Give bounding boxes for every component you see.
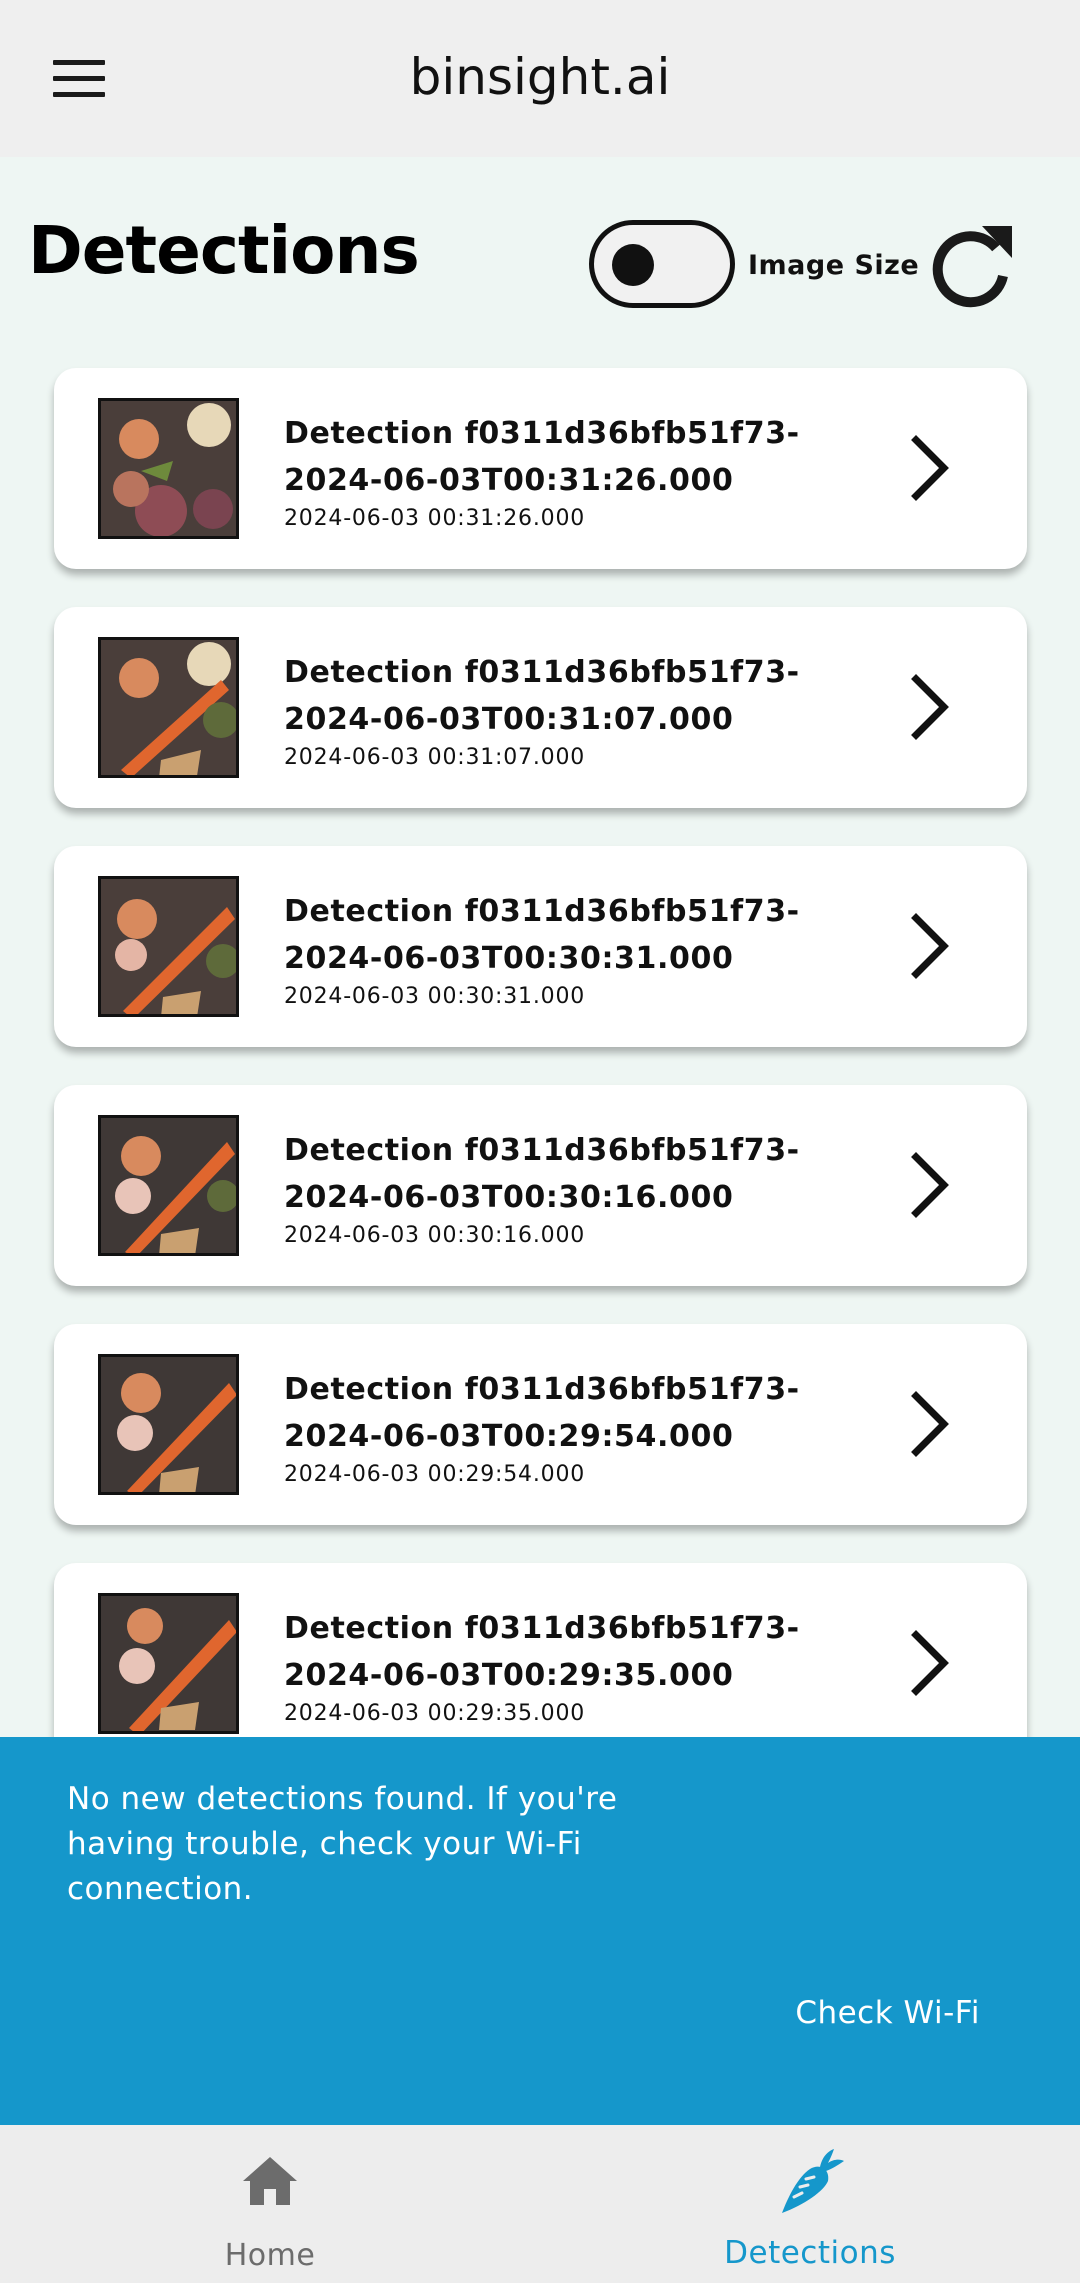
detection-title: Detection f0311d36bfb51f73-2024-06-03T00…	[284, 1611, 800, 1693]
chevron-right-icon	[904, 673, 958, 741]
detection-thumbnail	[98, 637, 239, 778]
detection-timestamp: 2024-06-03 00:31:26.000	[284, 506, 586, 531]
refresh-icon[interactable]	[930, 220, 1014, 310]
detection-timestamp: 2024-06-03 00:30:31.000	[284, 984, 586, 1009]
nav-home[interactable]: Home	[0, 2125, 540, 2283]
detection-thumbnail	[98, 876, 239, 1017]
detection-thumbnail	[98, 1593, 239, 1734]
bottom-nav: Home Detections	[0, 2125, 1080, 2283]
toggle-knob	[612, 244, 654, 286]
detection-card[interactable]: Detection f0311d36bfb51f73-2024-06-03T00…	[54, 1563, 1027, 1764]
app-title: binsight.ai	[409, 48, 671, 106]
detection-card[interactable]: Detection f0311d36bfb51f73-2024-06-03T00…	[54, 1324, 1027, 1525]
detection-title: Detection f0311d36bfb51f73-2024-06-03T00…	[284, 416, 800, 498]
chevron-right-icon	[904, 912, 958, 980]
snackbar: No new detections found. If you're havin…	[0, 1737, 1080, 2125]
nav-detections[interactable]: Detections	[540, 2125, 1080, 2283]
detection-timestamp: 2024-06-03 00:29:54.000	[284, 1462, 586, 1487]
detection-card[interactable]: Detection f0311d36bfb51f73-2024-06-03T00…	[54, 368, 1027, 569]
nav-home-label: Home	[224, 2238, 316, 2273]
home-icon	[241, 2155, 299, 2211]
detection-thumbnail	[98, 1354, 239, 1495]
nav-detections-label: Detections	[724, 2235, 896, 2271]
detection-timestamp: 2024-06-03 00:30:16.000	[284, 1223, 586, 1248]
detection-title: Detection f0311d36bfb51f73-2024-06-03T00…	[284, 1372, 800, 1454]
carrot-icon	[774, 2147, 846, 2223]
check-wifi-button[interactable]: Check Wi-Fi	[795, 1995, 980, 2031]
detection-card[interactable]: Detection f0311d36bfb51f73-2024-06-03T00…	[54, 1085, 1027, 1286]
detection-timestamp: 2024-06-03 00:31:07.000	[284, 745, 586, 770]
chevron-right-icon	[904, 434, 958, 502]
chevron-right-icon	[904, 1390, 958, 1458]
detection-title: Detection f0311d36bfb51f73-2024-06-03T00…	[284, 894, 800, 976]
image-size-toggle[interactable]	[589, 220, 735, 308]
snackbar-message: No new detections found. If you're havin…	[67, 1781, 618, 1907]
app-bar: binsight.ai	[0, 0, 1080, 157]
detection-thumbnail	[98, 1115, 239, 1256]
detection-title: Detection f0311d36bfb51f73-2024-06-03T00…	[284, 1133, 800, 1215]
chevron-right-icon	[904, 1151, 958, 1219]
page-title: Detections	[28, 212, 420, 289]
detection-title: Detection f0311d36bfb51f73-2024-06-03T00…	[284, 655, 800, 737]
detection-thumbnail	[98, 398, 239, 539]
detection-card[interactable]: Detection f0311d36bfb51f73-2024-06-03T00…	[54, 607, 1027, 808]
detection-card[interactable]: Detection f0311d36bfb51f73-2024-06-03T00…	[54, 846, 1027, 1047]
chevron-right-icon	[904, 1629, 958, 1697]
image-size-label: Image Size	[748, 250, 920, 281]
detection-timestamp: 2024-06-03 00:29:35.000	[284, 1701, 586, 1726]
